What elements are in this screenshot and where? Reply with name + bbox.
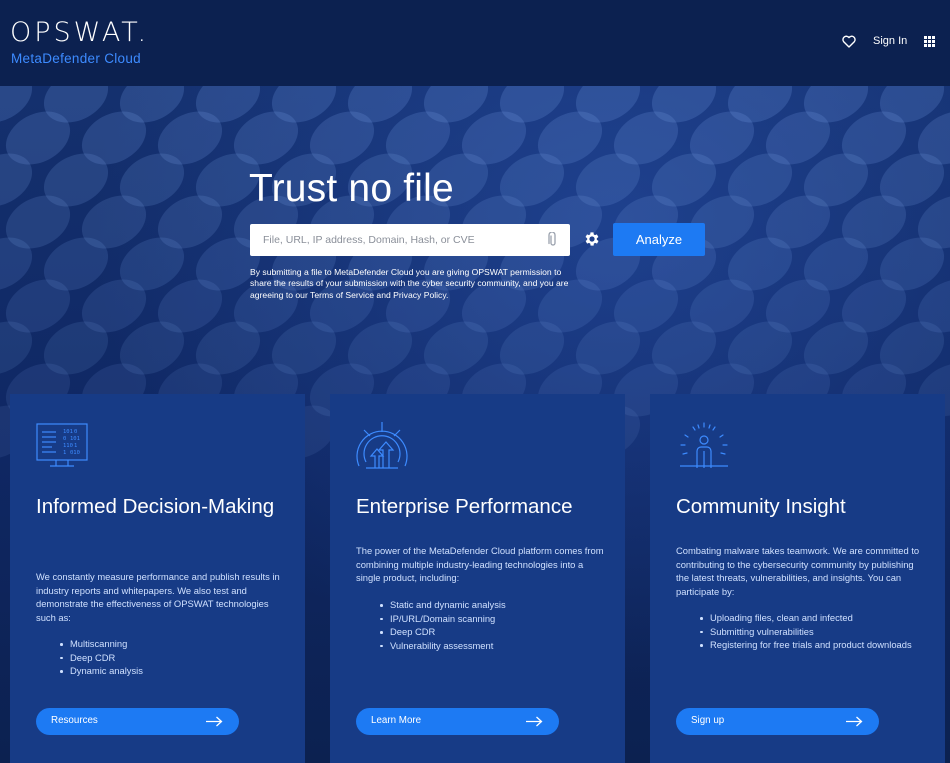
gear-icon[interactable] (583, 230, 601, 248)
button-label: Resources (51, 715, 98, 726)
list-item: Dynamic analysis (60, 664, 280, 678)
svg-text:1: 1 (74, 443, 77, 449)
card-feature-list: Multiscanning Deep CDR Dynamic analysis (60, 637, 280, 678)
list-item: IP/URL/Domain scanning (380, 612, 600, 626)
arrow-right-icon (526, 716, 543, 727)
heart-icon[interactable] (842, 35, 856, 48)
arrow-right-icon (846, 716, 863, 727)
svg-text:101: 101 (70, 436, 80, 442)
svg-text:0: 0 (63, 436, 66, 442)
card-feature-list: Uploading files, clean and infected Subm… (700, 611, 920, 652)
list-item: Deep CDR (380, 625, 600, 639)
list-item: Uploading files, clean and infected (700, 611, 920, 625)
top-header: OPSWAT. MetaDefender Cloud Sign In (0, 0, 950, 86)
search-input[interactable] (250, 224, 540, 256)
list-item: Static and dynamic analysis (380, 598, 600, 612)
svg-text:0: 0 (74, 429, 77, 435)
card-description: Combating malware takes teamwork. We are… (676, 545, 920, 597)
button-label: Sign up (691, 715, 725, 726)
community-person-icon (680, 422, 728, 468)
card-community-insight: Community Insight Combating malware take… (650, 394, 945, 763)
card-title: Community Insight (676, 495, 846, 518)
list-item: Registering for free trials and product … (700, 638, 920, 652)
resources-button[interactable]: Resources (36, 708, 239, 735)
list-item: Multiscanning (60, 637, 280, 651)
card-enterprise-performance: Enterprise Performance The power of the … (330, 394, 625, 763)
card-title: Informed Decision-Making (36, 495, 275, 518)
paperclip-icon[interactable] (548, 232, 558, 247)
svg-text:110: 110 (63, 443, 73, 449)
svg-text:010: 010 (70, 450, 80, 456)
svg-text:1: 1 (63, 450, 66, 456)
svg-text:101: 101 (63, 429, 73, 435)
learn-more-button[interactable]: Learn More (356, 708, 559, 735)
card-title: Enterprise Performance (356, 495, 573, 518)
card-description: The power of the MetaDefender Cloud plat… (356, 545, 604, 583)
radar-performance-icon (356, 422, 408, 469)
opswat-logo[interactable]: OPSWAT. (10, 17, 149, 48)
sign-in-link[interactable]: Sign In (873, 35, 907, 47)
list-item: Vulnerability assessment (380, 639, 600, 653)
card-description: We constantly measure performance and pu… (36, 571, 280, 623)
button-label: Learn More (371, 715, 422, 726)
card-informed-decision-making: 101 0 0 101 110 1 1 010 Informed Decision-Ma… (10, 394, 305, 763)
list-item: Deep CDR (60, 651, 280, 665)
arrow-right-icon (206, 716, 223, 727)
list-item: Submitting vulnerabilities (700, 625, 920, 639)
submission-disclaimer: By submitting a file to MetaDefender Clo… (250, 267, 569, 300)
card-feature-list: Static and dynamic analysis IP/URL/Domai… (380, 598, 600, 652)
apps-grid-icon[interactable] (924, 36, 935, 47)
dashboard-screen-icon: 101 0 0 101 110 1 1 010 (36, 423, 88, 467)
sign-up-button[interactable]: Sign up (676, 708, 879, 735)
product-name[interactable]: MetaDefender Cloud (11, 51, 141, 66)
page-title: Trust no file (249, 167, 454, 210)
analyze-button[interactable]: Analyze (613, 223, 705, 256)
search-box[interactable] (250, 224, 570, 256)
